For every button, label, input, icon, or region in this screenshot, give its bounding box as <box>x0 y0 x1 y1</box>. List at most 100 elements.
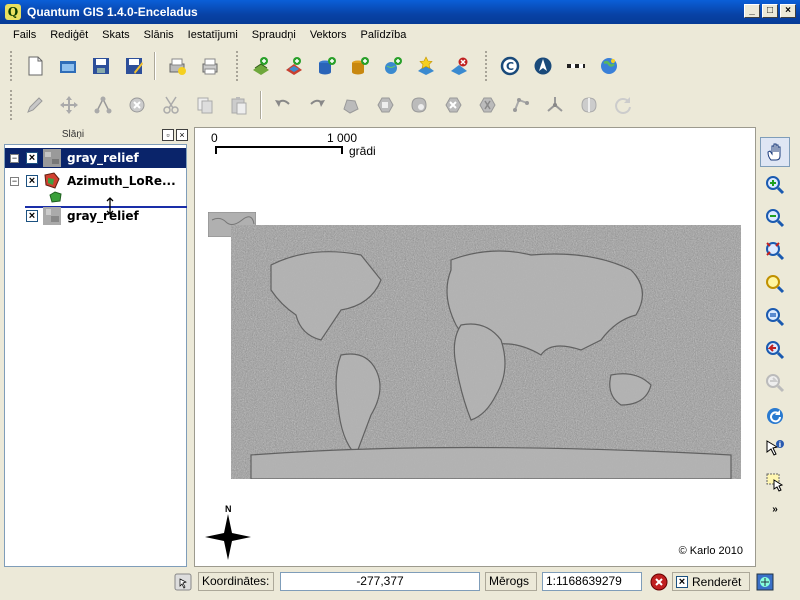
add-postgis-layer-button[interactable] <box>314 53 340 79</box>
toggle-editing-button[interactable] <box>22 92 48 118</box>
paste-features-button[interactable] <box>226 92 252 118</box>
toolbar-grip[interactable] <box>236 51 240 81</box>
delete-part-button[interactable] <box>474 92 500 118</box>
more-tools-button[interactable]: » <box>760 500 790 518</box>
pan-button[interactable] <box>760 137 790 167</box>
new-project-button[interactable] <box>22 53 48 79</box>
copy-features-button[interactable] <box>192 92 218 118</box>
scale-bar-end-label: 1 000 <box>327 131 358 145</box>
menu-help[interactable]: Palīdzība <box>354 29 414 41</box>
zoom-to-selection-button[interactable] <box>760 269 790 299</box>
layer-name: gray_relief <box>67 209 139 223</box>
add-vector-layer-button[interactable] <box>248 53 274 79</box>
zoom-out-button[interactable] <box>760 203 790 233</box>
add-island-button[interactable] <box>406 92 432 118</box>
reshape-icon <box>513 98 529 112</box>
projection-icon[interactable] <box>756 573 774 591</box>
toolbar-grip[interactable] <box>485 51 489 81</box>
print-composer-button[interactable] <box>164 53 190 79</box>
close-panel-button[interactable]: × <box>176 128 188 141</box>
select-features-button[interactable] <box>760 467 790 497</box>
menu-vector[interactable]: Vektors <box>303 29 354 41</box>
node-tool-button[interactable] <box>90 92 116 118</box>
layer-visibility-checkbox[interactable]: × <box>26 210 38 222</box>
qgis-app-icon: Q <box>5 4 21 20</box>
delete-part-icon <box>479 97 496 113</box>
gps-tools-button[interactable] <box>596 53 622 79</box>
add-ring-button[interactable] <box>372 92 398 118</box>
add-spatialite-layer-button[interactable] <box>347 53 373 79</box>
float-panel-button[interactable]: ▫ <box>162 128 174 141</box>
layer-name: Azimuth_LoRe... <box>67 174 176 188</box>
zoom-to-layer-button[interactable] <box>760 302 790 332</box>
layers-tree[interactable]: − × gray_relief − × Azimuth_LoRe... − × … <box>4 144 187 567</box>
save-project-button[interactable] <box>88 53 114 79</box>
zoom-in-button[interactable] <box>760 170 790 200</box>
svg-text:C: C <box>505 60 513 73</box>
render-toggle[interactable]: × Renderēt <box>672 572 750 591</box>
zoom-full-button[interactable] <box>760 236 790 266</box>
scale-bar-start-label: 0 <box>211 131 218 145</box>
open-project-button[interactable] <box>55 53 81 79</box>
copyright-icon: C <box>500 56 519 76</box>
layer-item[interactable]: − × gray_relief <box>5 148 186 168</box>
undo-button[interactable] <box>270 92 296 118</box>
redo-button[interactable] <box>304 92 330 118</box>
render-checkbox[interactable]: × <box>676 575 688 588</box>
zoom-next-button[interactable] <box>760 368 790 398</box>
add-wms-layer-button[interactable] <box>380 53 406 79</box>
menu-plugins[interactable]: Spraudņi <box>245 29 303 41</box>
collapse-icon[interactable]: − <box>10 176 19 186</box>
menu-file[interactable]: Fails <box>6 29 43 41</box>
layer-visibility-checkbox[interactable]: × <box>26 175 38 187</box>
toolbar-grip[interactable] <box>10 90 14 120</box>
menu-settings[interactable]: Iestatījumi <box>181 29 245 41</box>
menu-edit[interactable]: Rediģēt <box>43 29 95 41</box>
layer-item[interactable]: − × Azimuth_LoRe... <box>5 171 186 191</box>
window-title: Quantum GIS 1.4.0-Enceladus <box>27 5 198 19</box>
collapse-icon[interactable]: − <box>10 153 19 163</box>
menu-layer[interactable]: Slānis <box>137 29 181 41</box>
layer-name: gray_relief <box>67 151 139 165</box>
print-composer-icon <box>169 58 186 75</box>
move-feature-button[interactable] <box>56 92 82 118</box>
delete-selected-button[interactable] <box>124 92 150 118</box>
menu-view[interactable]: Skats <box>95 29 137 41</box>
scale-bar-button[interactable] <box>563 53 589 79</box>
remove-layer-button[interactable] <box>446 53 472 79</box>
add-spatialite-layer-icon <box>351 57 369 75</box>
refresh-button[interactable] <box>760 401 790 431</box>
rotate-point-symbols-button[interactable] <box>610 92 636 118</box>
add-raster-layer-button[interactable] <box>281 53 307 79</box>
layer-visibility-checkbox[interactable]: × <box>26 152 38 164</box>
close-button[interactable]: × <box>780 4 796 18</box>
node-tool-icon <box>94 96 112 114</box>
copyright-label-button[interactable]: C <box>497 53 523 79</box>
save-as-button[interactable] <box>121 53 147 79</box>
scale-input[interactable]: 1:1168639279 <box>542 572 642 591</box>
hand-icon <box>767 143 781 161</box>
delete-ring-button[interactable] <box>440 92 466 118</box>
split-features-button[interactable] <box>542 92 568 118</box>
north-arrow-button[interactable] <box>530 53 556 79</box>
layer-item[interactable]: − × gray_relief <box>5 206 186 226</box>
identify-button[interactable]: i <box>760 434 790 464</box>
scale-bar-unit: grādi <box>349 144 376 158</box>
add-vector-layer-icon <box>252 57 269 75</box>
toolbar-separator <box>260 91 262 119</box>
simplify-feature-button[interactable] <box>338 92 364 118</box>
stop-rendering-icon[interactable] <box>650 573 668 591</box>
zoom-last-icon <box>766 341 785 360</box>
minimize-button[interactable]: _ <box>744 4 760 18</box>
new-vector-layer-button[interactable] <box>413 53 439 79</box>
cut-features-button[interactable] <box>158 92 184 118</box>
zoom-last-button[interactable] <box>760 335 790 365</box>
map-canvas[interactable]: 0 1 000 grādi N © Karlo 2010 <box>194 127 756 567</box>
print-button[interactable] <box>197 53 223 79</box>
toolbar-grip[interactable] <box>10 51 14 81</box>
maximize-button[interactable]: □ <box>762 4 778 18</box>
merge-features-button[interactable] <box>576 92 602 118</box>
simplify-icon <box>343 99 359 114</box>
north-arrow-icon <box>534 57 551 75</box>
reshape-features-button[interactable] <box>508 92 534 118</box>
